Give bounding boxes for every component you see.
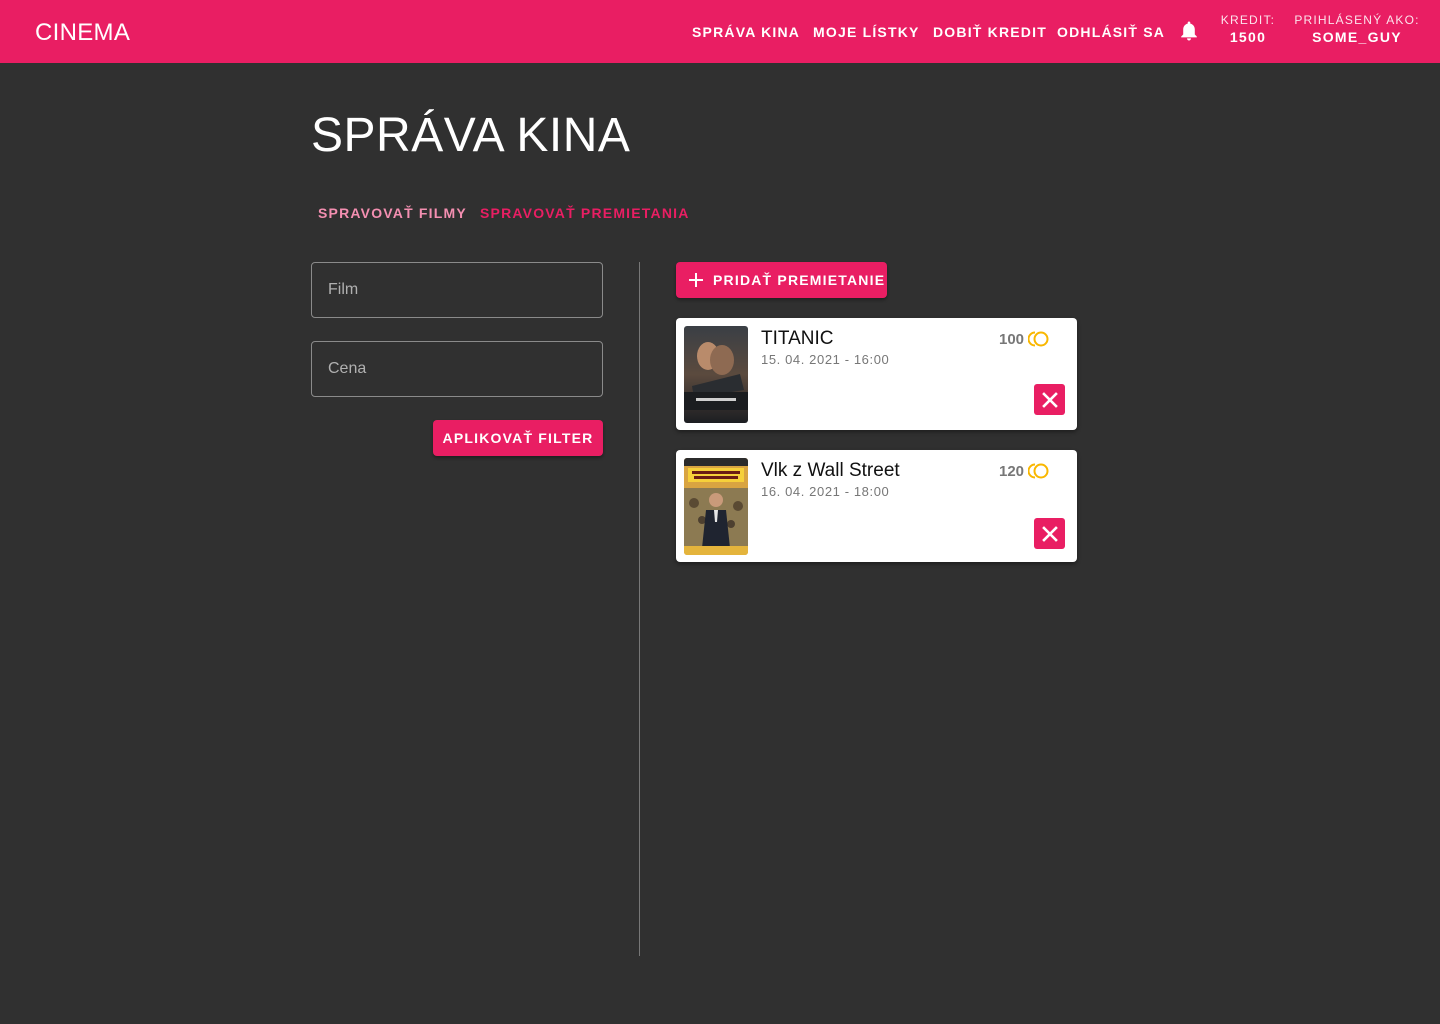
screening-card[interactable]: Vlk z Wall Street 16. 04. 2021 - 18:00 1… (676, 450, 1077, 562)
film-filter-input[interactable] (312, 263, 602, 317)
logged-user-display: PRIHLÁSENÝ AKO: SOME_GUY (1293, 13, 1421, 45)
screening-price-value: 100 (999, 330, 1025, 348)
delete-screening-button[interactable] (1034, 518, 1065, 549)
delete-screening-button[interactable] (1034, 384, 1065, 415)
screening-price-value: 120 (999, 462, 1025, 480)
screening-datetime: 15. 04. 2021 - 16:00 (761, 352, 890, 367)
screening-price: 100 (999, 330, 1050, 348)
nav-cinema-management[interactable]: SPRÁVA KINA (692, 24, 800, 40)
tab-manage-screenings[interactable]: SPRAVOVAŤ PREMIETANIA (480, 205, 690, 221)
movie-poster-image (684, 326, 748, 423)
tab-manage-films[interactable]: SPRAVOVAŤ FILMY (318, 205, 467, 221)
column-divider (639, 262, 640, 956)
screening-datetime: 16. 04. 2021 - 18:00 (761, 484, 890, 499)
add-screening-button[interactable]: PRIDAŤ PREMIETANIE (676, 262, 887, 298)
credit-value: 1500 (1229, 29, 1267, 45)
logged-user-value: SOME_GUY (1312, 29, 1402, 45)
app-logo[interactable]: CINEMA (35, 19, 130, 47)
apply-filter-button[interactable]: APLIKOVAŤ FILTER (433, 420, 603, 456)
price-filter-field[interactable] (311, 341, 603, 397)
screening-title: TITANIC (761, 328, 834, 349)
logged-user-label: PRIHLÁSENÝ AKO: (1294, 13, 1420, 27)
nav-my-tickets[interactable]: MOJE LÍSTKY (813, 24, 920, 40)
nav-logout[interactable]: ODHLÁSIŤ SA (1057, 24, 1165, 40)
screening-card[interactable]: TITANIC 15. 04. 2021 - 16:00 100 (676, 318, 1077, 430)
page-title: SPRÁVA KINA (311, 109, 631, 162)
app-header: CINEMA SPRÁVA KINA MOJE LÍSTKY DOBIŤ KRE… (0, 0, 1440, 63)
close-icon (1041, 391, 1058, 408)
screening-price: 120 (999, 462, 1050, 480)
coins-icon (1028, 462, 1050, 480)
movie-poster-image (684, 458, 748, 555)
film-filter-field[interactable] (311, 262, 603, 318)
plus-icon (688, 272, 704, 288)
credit-label: KREDIT: (1220, 13, 1276, 27)
nav-top-up-credit[interactable]: DOBIŤ KREDIT (933, 24, 1047, 40)
screening-title: Vlk z Wall Street (761, 460, 900, 481)
close-icon (1041, 525, 1058, 542)
notifications-bell-icon[interactable] (1180, 21, 1198, 41)
add-screening-label: PRIDAŤ PREMIETANIE (713, 272, 886, 288)
price-filter-input[interactable] (312, 342, 602, 396)
coins-icon (1028, 330, 1050, 348)
credit-display: KREDIT: 1500 (1219, 13, 1277, 45)
